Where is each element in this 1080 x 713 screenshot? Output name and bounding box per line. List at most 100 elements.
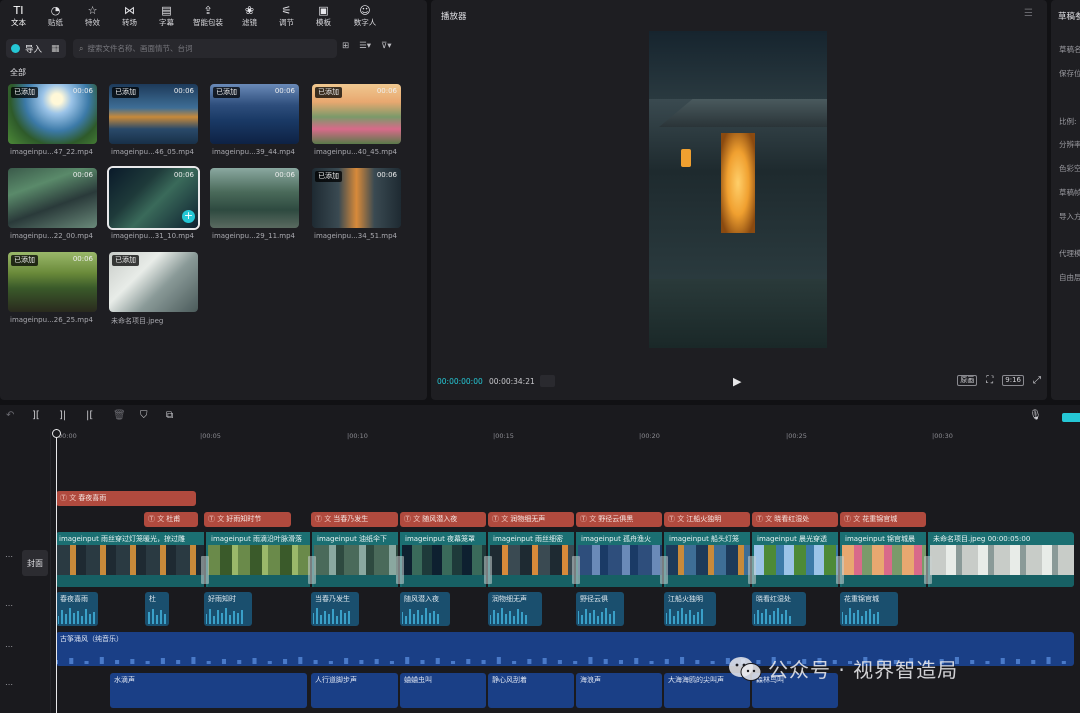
sfx-clip[interactable]: 人行道脚步声 [311, 673, 398, 708]
crop-icon[interactable]: ⧉ [166, 410, 173, 421]
filter-dropdown-icon[interactable]: ⊽▾ [381, 41, 392, 51]
media-clip[interactable]: 已添加 00:06 imageinpu...40_45.mp4 [312, 84, 401, 158]
video-segment[interactable]: 未命名项目.jpeg 00:00:05:00 [930, 532, 1074, 587]
media-clip[interactable]: 已添加 00:06 imageinpu...39_44.mp4 [210, 84, 299, 158]
voice-clip[interactable]: 当春乃发生 [311, 592, 359, 626]
split-right-icon[interactable]: |[ [86, 410, 93, 421]
fullscreen-crop-icon[interactable]: ⛶ [986, 375, 993, 386]
video-segment[interactable]: imageinput 船头灯笼 [666, 532, 752, 587]
text-clip[interactable]: Ⓣ 文随风潜入夜 [400, 512, 486, 527]
timeline-ruler: 00:00 |00:05 |00:10 |00:15 |00:20 |00:25… [52, 429, 1080, 449]
voice-clip[interactable]: 春夜喜雨 [56, 592, 98, 626]
play-icon[interactable]: ▶ [733, 375, 741, 388]
text-clip[interactable]: Ⓣ 文花重锦官城 [840, 512, 926, 527]
track-more-icon[interactable]: ⋯ [5, 552, 13, 561]
transition-marker[interactable] [924, 556, 932, 584]
microphone-icon[interactable]: 🎙 [1029, 410, 1042, 421]
video-segment[interactable]: imageinput 晨光穿透 [754, 532, 840, 587]
undo-icon[interactable]: ↶ [6, 410, 14, 421]
voice-clip[interactable]: 江船火独明 [664, 592, 716, 626]
split-icon[interactable]: ][ [32, 410, 40, 421]
transition-marker[interactable] [748, 556, 756, 584]
media-clip[interactable]: 00:06 imageinpu...22_00.mp4 [8, 168, 97, 242]
cover-button[interactable]: 封面 [22, 550, 48, 576]
voice-clip[interactable]: 润物细无声 [488, 592, 542, 626]
voice-clip[interactable]: 野径云俱 [576, 592, 624, 626]
clip-thumbnail: 00:06 + [107, 166, 200, 230]
tool-transition[interactable]: ⋈ 转场 [111, 0, 148, 32]
playhead-handle[interactable] [52, 429, 61, 438]
track-more-icon[interactable]: ⋯ [5, 680, 13, 689]
voice-clip[interactable]: 好雨知时 [204, 592, 252, 626]
voice-clip[interactable]: 杜 [145, 592, 169, 626]
tool-digital-human[interactable]: ☺ 数字人 [342, 0, 388, 32]
tool-template[interactable]: ▣ 模板 [305, 0, 342, 32]
voice-clip[interactable]: 晓看红湿处 [752, 592, 806, 626]
tool-effects[interactable]: ☆ 特效 [74, 0, 111, 32]
media-clip[interactable]: 已添加 00:06 imageinpu...26_25.mp4 [8, 252, 97, 326]
media-clip[interactable]: 00:06 imageinpu...29_11.mp4 [210, 168, 299, 242]
tool-smart-package[interactable]: ⇪ 智能包装 [185, 0, 231, 32]
track-more-icon[interactable]: ⋯ [5, 642, 13, 651]
delete-icon[interactable]: 🗑 [113, 410, 126, 421]
transition-marker[interactable] [660, 556, 668, 584]
text-clip[interactable]: Ⓣ 文春夜喜雨 [56, 491, 196, 506]
text-clip[interactable]: Ⓣ 文杜甫 [144, 512, 198, 527]
layout-icon[interactable]: ⊞ [342, 41, 349, 51]
text-clip[interactable]: Ⓣ 文好雨知时节 [204, 512, 291, 527]
ratio-button[interactable]: 9:16 [1002, 375, 1024, 386]
video-segment[interactable]: imageinput 雨丝细密 [490, 532, 576, 587]
tool-filter[interactable]: ❀ 滤镜 [231, 0, 268, 32]
import-button[interactable]: 导入 ▦ [6, 39, 66, 58]
shield-icon[interactable]: ⛉ [140, 410, 148, 421]
transition-marker[interactable] [308, 556, 316, 584]
media-clip[interactable]: 已添加 00:06 imageinpu...46_05.mp4 [109, 84, 198, 158]
timecode-toggle[interactable] [540, 375, 555, 387]
media-clip[interactable]: 已添加 00:06 imageinpu...34_51.mp4 [312, 168, 401, 242]
video-segment[interactable]: imageinput 孤舟渔火 [578, 532, 664, 587]
clip-duration: 00:06 [173, 171, 194, 179]
sort-icon[interactable]: ☰▾ [359, 41, 371, 51]
voice-clip[interactable]: 随风潜入夜 [400, 592, 450, 626]
transition-marker[interactable] [836, 556, 844, 584]
quality-button[interactable]: 原画 [957, 375, 978, 386]
split-left-icon[interactable]: ]| [59, 410, 66, 421]
tool-subtitle[interactable]: ▤ 字幕 [148, 0, 185, 32]
grid-view-icon[interactable]: ▦ [51, 44, 60, 54]
transition-marker[interactable] [484, 556, 492, 584]
frame-rate-label: 草稿帧 [1059, 188, 1080, 197]
transition-marker[interactable] [572, 556, 580, 584]
sfx-clip[interactable]: 水滴声 [110, 673, 307, 708]
text-clip[interactable]: Ⓣ 文野径云俱黑 [576, 512, 662, 527]
waveform [666, 608, 703, 624]
transition-marker[interactable] [396, 556, 404, 584]
transition-marker[interactable] [201, 556, 209, 584]
clip-filename: imageinpu...40_45.mp4 [314, 148, 397, 156]
tool-adjust[interactable]: ⚟ 调节 [268, 0, 305, 32]
voice-clip[interactable]: 花重锦官城 [840, 592, 898, 626]
text-clip[interactable]: Ⓣ 文江船火独明 [664, 512, 750, 527]
tool-text[interactable]: TI 文本 [0, 0, 37, 32]
sfx-clip[interactable]: 静心风刮着 [488, 673, 574, 708]
video-segment[interactable]: imageinput 锦官城晨 [842, 532, 928, 587]
media-clip[interactable]: 已添加 未命名项目.jpeg [109, 252, 198, 326]
media-clip[interactable]: 已添加 00:06 imageinpu...47_22.mp4 [8, 84, 97, 158]
playhead[interactable] [56, 429, 57, 713]
video-segment[interactable]: imageinput 雨滴沿叶脉滑落 [208, 532, 312, 587]
link-toggle[interactable] [1062, 413, 1080, 422]
video-segment[interactable]: imageinput 油纸伞下 [314, 532, 400, 587]
tool-sticker[interactable]: ◔ 贴纸 [37, 0, 74, 32]
expand-icon[interactable]: ⤢ [1033, 375, 1041, 386]
add-to-timeline-icon[interactable]: + [182, 210, 195, 223]
menu-icon[interactable]: ☰ [1024, 8, 1033, 19]
video-segment[interactable]: imageinput 夜幕笼罩 [402, 532, 488, 587]
text-clip[interactable]: Ⓣ 文当春乃发生 [311, 512, 398, 527]
sfx-clip[interactable]: 蛐蛐虫叫 [400, 673, 486, 708]
media-clip[interactable]: 00:06 + imageinpu...31_10.mp4 [107, 166, 200, 242]
sfx-clip[interactable]: 海浪声 [576, 673, 662, 708]
text-clip[interactable]: Ⓣ 文晓看红湿处 [752, 512, 838, 527]
video-segment[interactable]: imageinput 雨丝穿过灯笼暖光，掠过雕 [56, 532, 206, 587]
text-clip[interactable]: Ⓣ 文润物细无声 [488, 512, 574, 527]
track-more-icon[interactable]: ⋯ [5, 601, 13, 610]
search-input[interactable] [87, 44, 328, 53]
